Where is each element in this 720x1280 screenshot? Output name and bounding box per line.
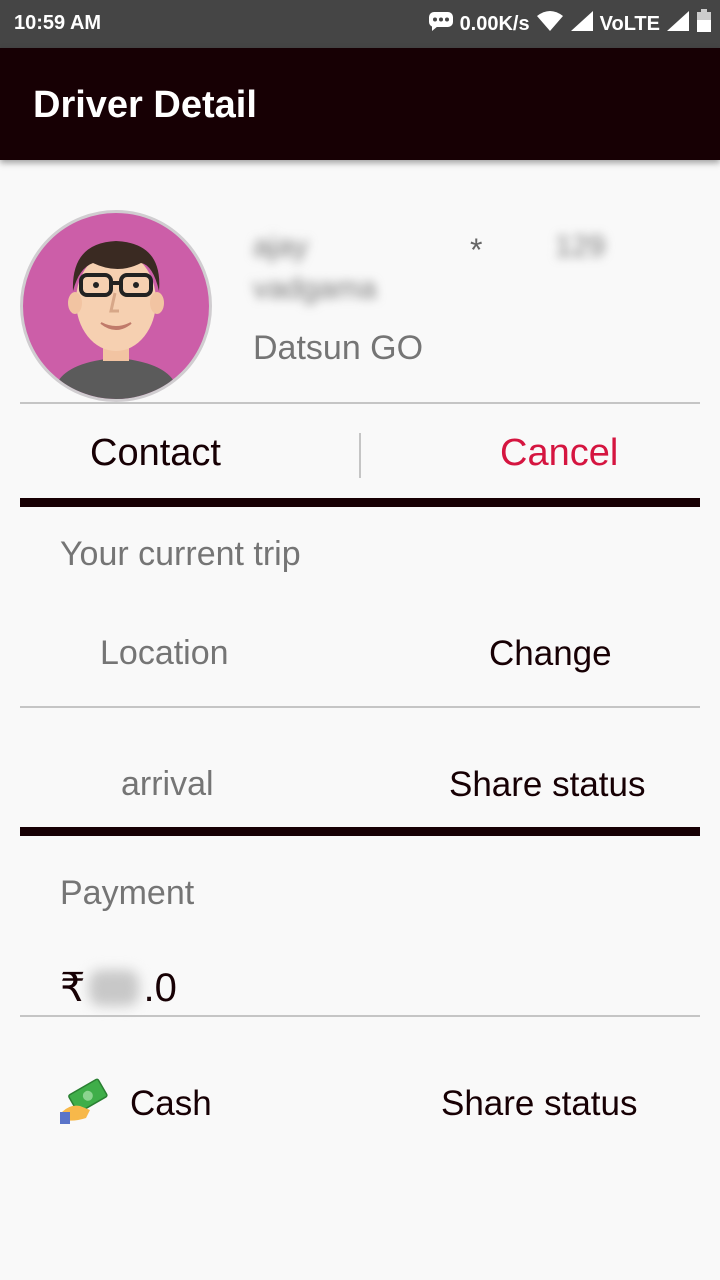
payment-heading: Payment xyxy=(60,874,195,912)
driver-number: 129 xyxy=(555,230,606,263)
payment-amount: ₹ .0 xyxy=(60,965,177,1011)
payment-share-status-button[interactable]: Share status xyxy=(441,1084,638,1124)
location-label: Location xyxy=(100,634,229,672)
network-type: VoLTE xyxy=(599,12,660,35)
signal-icon-2 xyxy=(666,10,690,38)
wifi-icon xyxy=(536,10,564,38)
driver-avatar xyxy=(20,210,212,402)
section-divider xyxy=(20,827,700,836)
driver-avatar-illustration xyxy=(53,241,179,399)
payment-method-label: Cash xyxy=(130,1084,212,1123)
app-bar: Driver Detail xyxy=(0,48,720,160)
masked-amount xyxy=(89,970,140,1006)
divider xyxy=(20,1015,700,1017)
currency-symbol: ₹ xyxy=(60,966,86,1010)
car-model: Datsun GO xyxy=(253,329,424,367)
page-title: Driver Detail xyxy=(33,84,257,126)
driver-name-line1: ajay xyxy=(253,230,309,263)
amount-suffix: .0 xyxy=(143,965,177,1010)
status-time: 10:59 AM xyxy=(14,12,102,34)
battery-icon xyxy=(696,9,712,39)
divider xyxy=(20,402,700,404)
divider xyxy=(20,706,700,708)
arrival-label: arrival xyxy=(121,765,214,803)
cancel-button[interactable]: Cancel xyxy=(500,432,618,475)
current-trip-heading: Your current trip xyxy=(60,535,301,573)
share-status-button[interactable]: Share status xyxy=(449,765,646,805)
driver-rating-star: * xyxy=(470,232,483,268)
status-bar: 10:59 AM 0.00K/s VoLTE xyxy=(0,0,720,48)
signal-icon xyxy=(570,10,594,38)
change-location-button[interactable]: Change xyxy=(489,634,612,674)
section-divider xyxy=(20,498,700,507)
vertical-divider xyxy=(359,433,361,478)
driver-name-line2: vadgama xyxy=(253,272,377,305)
cash-icon xyxy=(60,1078,110,1124)
network-speed: 0.00K/s xyxy=(459,12,530,35)
status-icons: 0.00K/s VoLTE xyxy=(428,9,712,39)
chat-icon xyxy=(428,11,454,37)
contact-button[interactable]: Contact xyxy=(90,432,221,475)
